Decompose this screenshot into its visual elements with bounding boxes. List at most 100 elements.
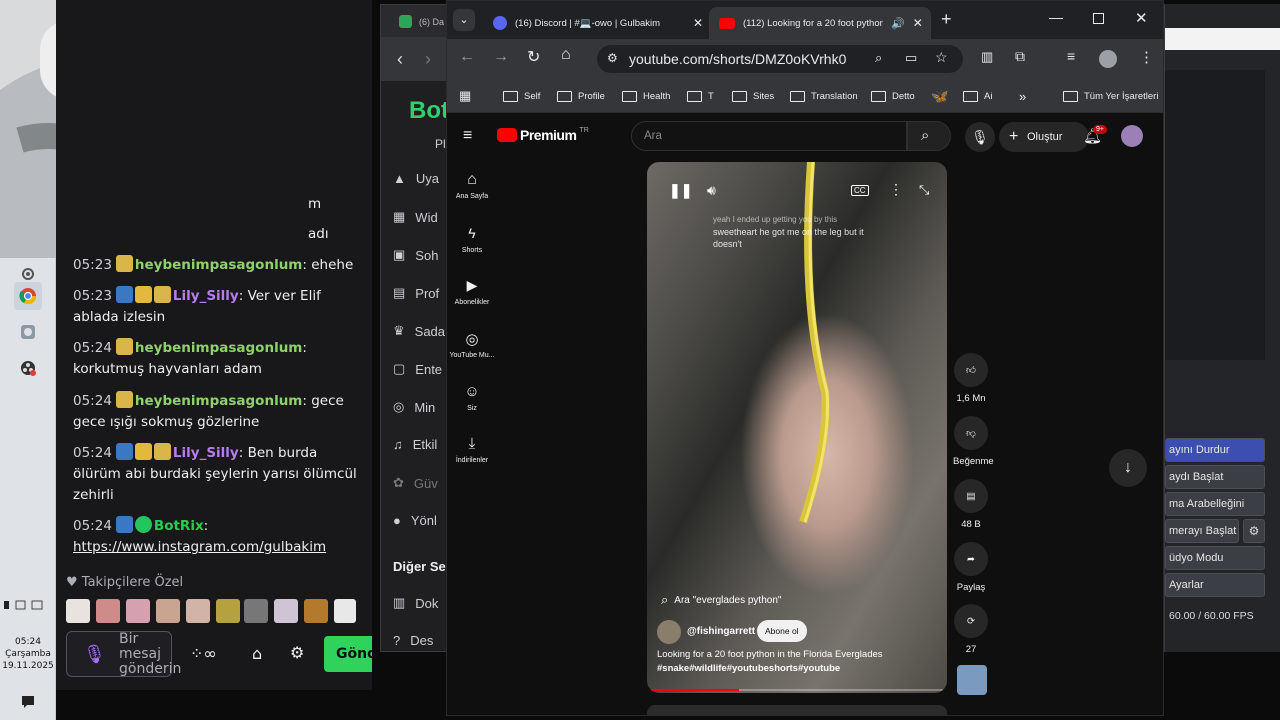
hamburger-menu-icon[interactable]: ≡ xyxy=(463,127,472,145)
sidebar-item-you[interactable]: ☺ Siz xyxy=(447,383,497,412)
forward-icon[interactable]: › xyxy=(425,49,431,70)
more-bookmarks-icon[interactable]: » xyxy=(1019,79,1026,113)
tab-youtube[interactable]: (112) Looking for a 20 foot python in 🔊 … xyxy=(709,7,931,39)
close-window-icon[interactable]: ✕ xyxy=(1135,9,1148,27)
back-icon[interactable]: ‹ xyxy=(397,49,403,70)
maximize-icon[interactable] xyxy=(1093,13,1104,24)
bookmark-folder[interactable]: Health xyxy=(622,79,670,113)
message-user[interactable]: heybenimpasagonlum xyxy=(135,340,302,356)
send-button[interactable]: Gönd xyxy=(324,636,377,672)
settings-button[interactable]: Ayarlar xyxy=(1165,573,1265,597)
start-recording-button[interactable]: aydı Başlat xyxy=(1165,465,1265,489)
notification-icon[interactable] xyxy=(14,688,42,716)
close-tab-icon[interactable]: ✕ xyxy=(693,16,703,30)
search-input[interactable]: Ara xyxy=(631,121,907,151)
channel-name[interactable]: @fishingarrett xyxy=(687,626,755,637)
bookmark-folder[interactable]: Self xyxy=(503,79,540,113)
share-button[interactable]: ➦ Paylaş xyxy=(953,542,989,593)
bookmark-folder[interactable]: Detto xyxy=(871,79,915,113)
star-icon[interactable]: ☆ xyxy=(935,49,948,66)
apps-icon[interactable]: ▦ xyxy=(459,88,471,104)
media-control-icon[interactable]: ≡ xyxy=(1067,48,1075,64)
tab-search-icon[interactable]: ⌄ xyxy=(453,9,475,31)
studio-mode-button[interactable]: üdyo Modu xyxy=(1165,546,1265,570)
bookmark-folder[interactable]: Translation xyxy=(790,79,858,113)
chrome-icon[interactable] xyxy=(14,282,42,310)
zoom-icon[interactable]: ⌕ xyxy=(875,50,882,66)
install-icon[interactable]: ▭ xyxy=(905,50,917,66)
sidebar-item-subscriptions[interactable]: ▶ Abonelikler xyxy=(447,277,497,306)
next-short-preview[interactable] xyxy=(647,705,947,715)
shorts-icon: ϟ xyxy=(468,225,476,241)
like-button[interactable]: 👍︎ 1,6 Mn xyxy=(953,353,989,404)
more-options-icon[interactable]: ⋮ xyxy=(889,181,903,198)
bg-tab-label[interactable]: (6) Da xyxy=(419,17,444,27)
subscribe-button[interactable]: Abone ol xyxy=(757,620,807,642)
forward-icon[interactable]: → xyxy=(493,48,509,66)
bookmark-folder[interactable]: Ai xyxy=(963,79,992,113)
gear-icon[interactable]: ⚙ xyxy=(290,643,304,662)
next-video-arrow-icon[interactable]: ↓ xyxy=(1109,449,1147,487)
vpn-extension-icon[interactable]: ▥ xyxy=(981,49,993,65)
fullscreen-icon[interactable]: ⤡ xyxy=(919,182,929,198)
channel-avatar[interactable] xyxy=(657,620,681,644)
store-icon[interactable]: ⌂ xyxy=(252,644,262,663)
message-user[interactable]: BotRix xyxy=(154,518,204,534)
remix-button[interactable]: ⟳ 27 xyxy=(953,604,989,655)
sidebar-item-youtube-music[interactable]: ◎ YouTube Mu... xyxy=(447,330,497,359)
bits-icon[interactable]: ⁘∞ xyxy=(190,644,217,663)
pause-icon[interactable]: ❚❚ xyxy=(669,182,692,199)
sidebar-item-shorts[interactable]: ϟ Shorts xyxy=(447,225,497,254)
virtual-camera-settings-icon[interactable]: ⚙ xyxy=(1243,519,1265,543)
bookmark-folder[interactable]: T xyxy=(687,79,714,113)
stop-streaming-button[interactable]: ayını Durdur xyxy=(1165,438,1265,462)
start-virtual-camera-button[interactable]: merayı Başlat xyxy=(1165,519,1239,543)
sidebar-item-downloads[interactable]: ⤓ İndirilenler xyxy=(447,435,497,464)
profile-avatar[interactable] xyxy=(1099,50,1117,68)
app-icon[interactable] xyxy=(14,318,42,346)
new-tab-icon[interactable]: + xyxy=(941,9,952,30)
tab-discord[interactable]: (16) Discord | #💻-owo | Gulbakim ✕ xyxy=(483,7,705,39)
site-info-icon[interactable]: ⚙ xyxy=(607,51,618,65)
background-browser-window[interactable]: (6) Da ‹ › Bot Pl ▲ Uya ▦ Wid ▣ Soh ▤ Prof ♛… xyxy=(380,4,451,652)
instagram-link[interactable]: https://www.instagram.com/gulbakim xyxy=(73,539,326,555)
message-user[interactable]: heybenimpasagonlum xyxy=(135,257,302,273)
taskbar-clock[interactable]: 05:24 Çarşamba 19.11.2025 xyxy=(0,636,56,672)
bookmark-butterfly[interactable]: 🦋 xyxy=(931,79,948,113)
tray-icons[interactable] xyxy=(2,598,52,612)
user-avatar[interactable] xyxy=(1121,125,1143,147)
message-user[interactable]: heybenimpasagonlum xyxy=(135,393,302,409)
captions-icon[interactable]: CC xyxy=(851,185,869,196)
voice-search-icon[interactable]: 🎙 xyxy=(965,122,995,152)
bookmark-folder[interactable]: Profile xyxy=(557,79,605,113)
shorts-video-player[interactable]: yeah I ended up getting you by this swee… xyxy=(647,162,947,693)
extensions-icon[interactable]: ⧉ xyxy=(1015,48,1025,65)
obs-icon[interactable] xyxy=(14,354,42,382)
microphone-icon[interactable]: 🎙 xyxy=(83,644,106,665)
volume-icon[interactable]: 🔊︎ xyxy=(707,182,716,199)
speaker-icon[interactable]: 🔊 xyxy=(891,17,905,30)
reload-icon[interactable]: ↻ xyxy=(527,47,540,67)
message-user[interactable]: Lily_Silly xyxy=(173,445,239,461)
youtube-logo[interactable]: Premium TR xyxy=(497,127,589,143)
sidebar-item-home[interactable]: ⌂ Ana Sayfa xyxy=(447,171,497,200)
dislike-button[interactable]: 👎︎ Beğenme xyxy=(953,416,994,467)
address-bar[interactable]: ⚙ youtube.com/shorts/DMZ0oKVrhk0 ⌕ ▭ ☆ xyxy=(597,45,963,73)
comments-button[interactable]: ▤ 48 B xyxy=(953,479,989,530)
video-hashtags[interactable]: #snake#wildlife#youtubeshorts#youtube xyxy=(657,663,937,674)
search-suggestion-chip[interactable]: ⌕ Ara "everglades python" xyxy=(661,589,781,611)
menu-icon[interactable]: ⋮ xyxy=(1139,48,1154,66)
chat-input[interactable]: 🎙 Bir mesaj gönderin xyxy=(66,631,181,677)
create-button[interactable]: + Oluştur xyxy=(999,122,1089,152)
search-button[interactable]: ⌕ xyxy=(907,121,951,151)
back-icon[interactable]: ← xyxy=(459,48,475,66)
minimize-icon[interactable]: — xyxy=(1049,9,1063,25)
bookmark-folder[interactable]: Sites xyxy=(732,79,774,113)
progress-track[interactable] xyxy=(651,689,943,691)
home-icon[interactable]: ⌂ xyxy=(561,46,571,64)
all-bookmarks[interactable]: Tüm Yer İşaretleri xyxy=(1063,79,1158,113)
close-tab-icon[interactable]: ✕ xyxy=(913,16,923,30)
message-user[interactable]: Lily_Silly xyxy=(173,288,239,304)
start-replay-buffer-button[interactable]: ma Arabelleğini Başlat xyxy=(1165,492,1265,532)
sound-thumbnail[interactable] xyxy=(957,665,987,695)
